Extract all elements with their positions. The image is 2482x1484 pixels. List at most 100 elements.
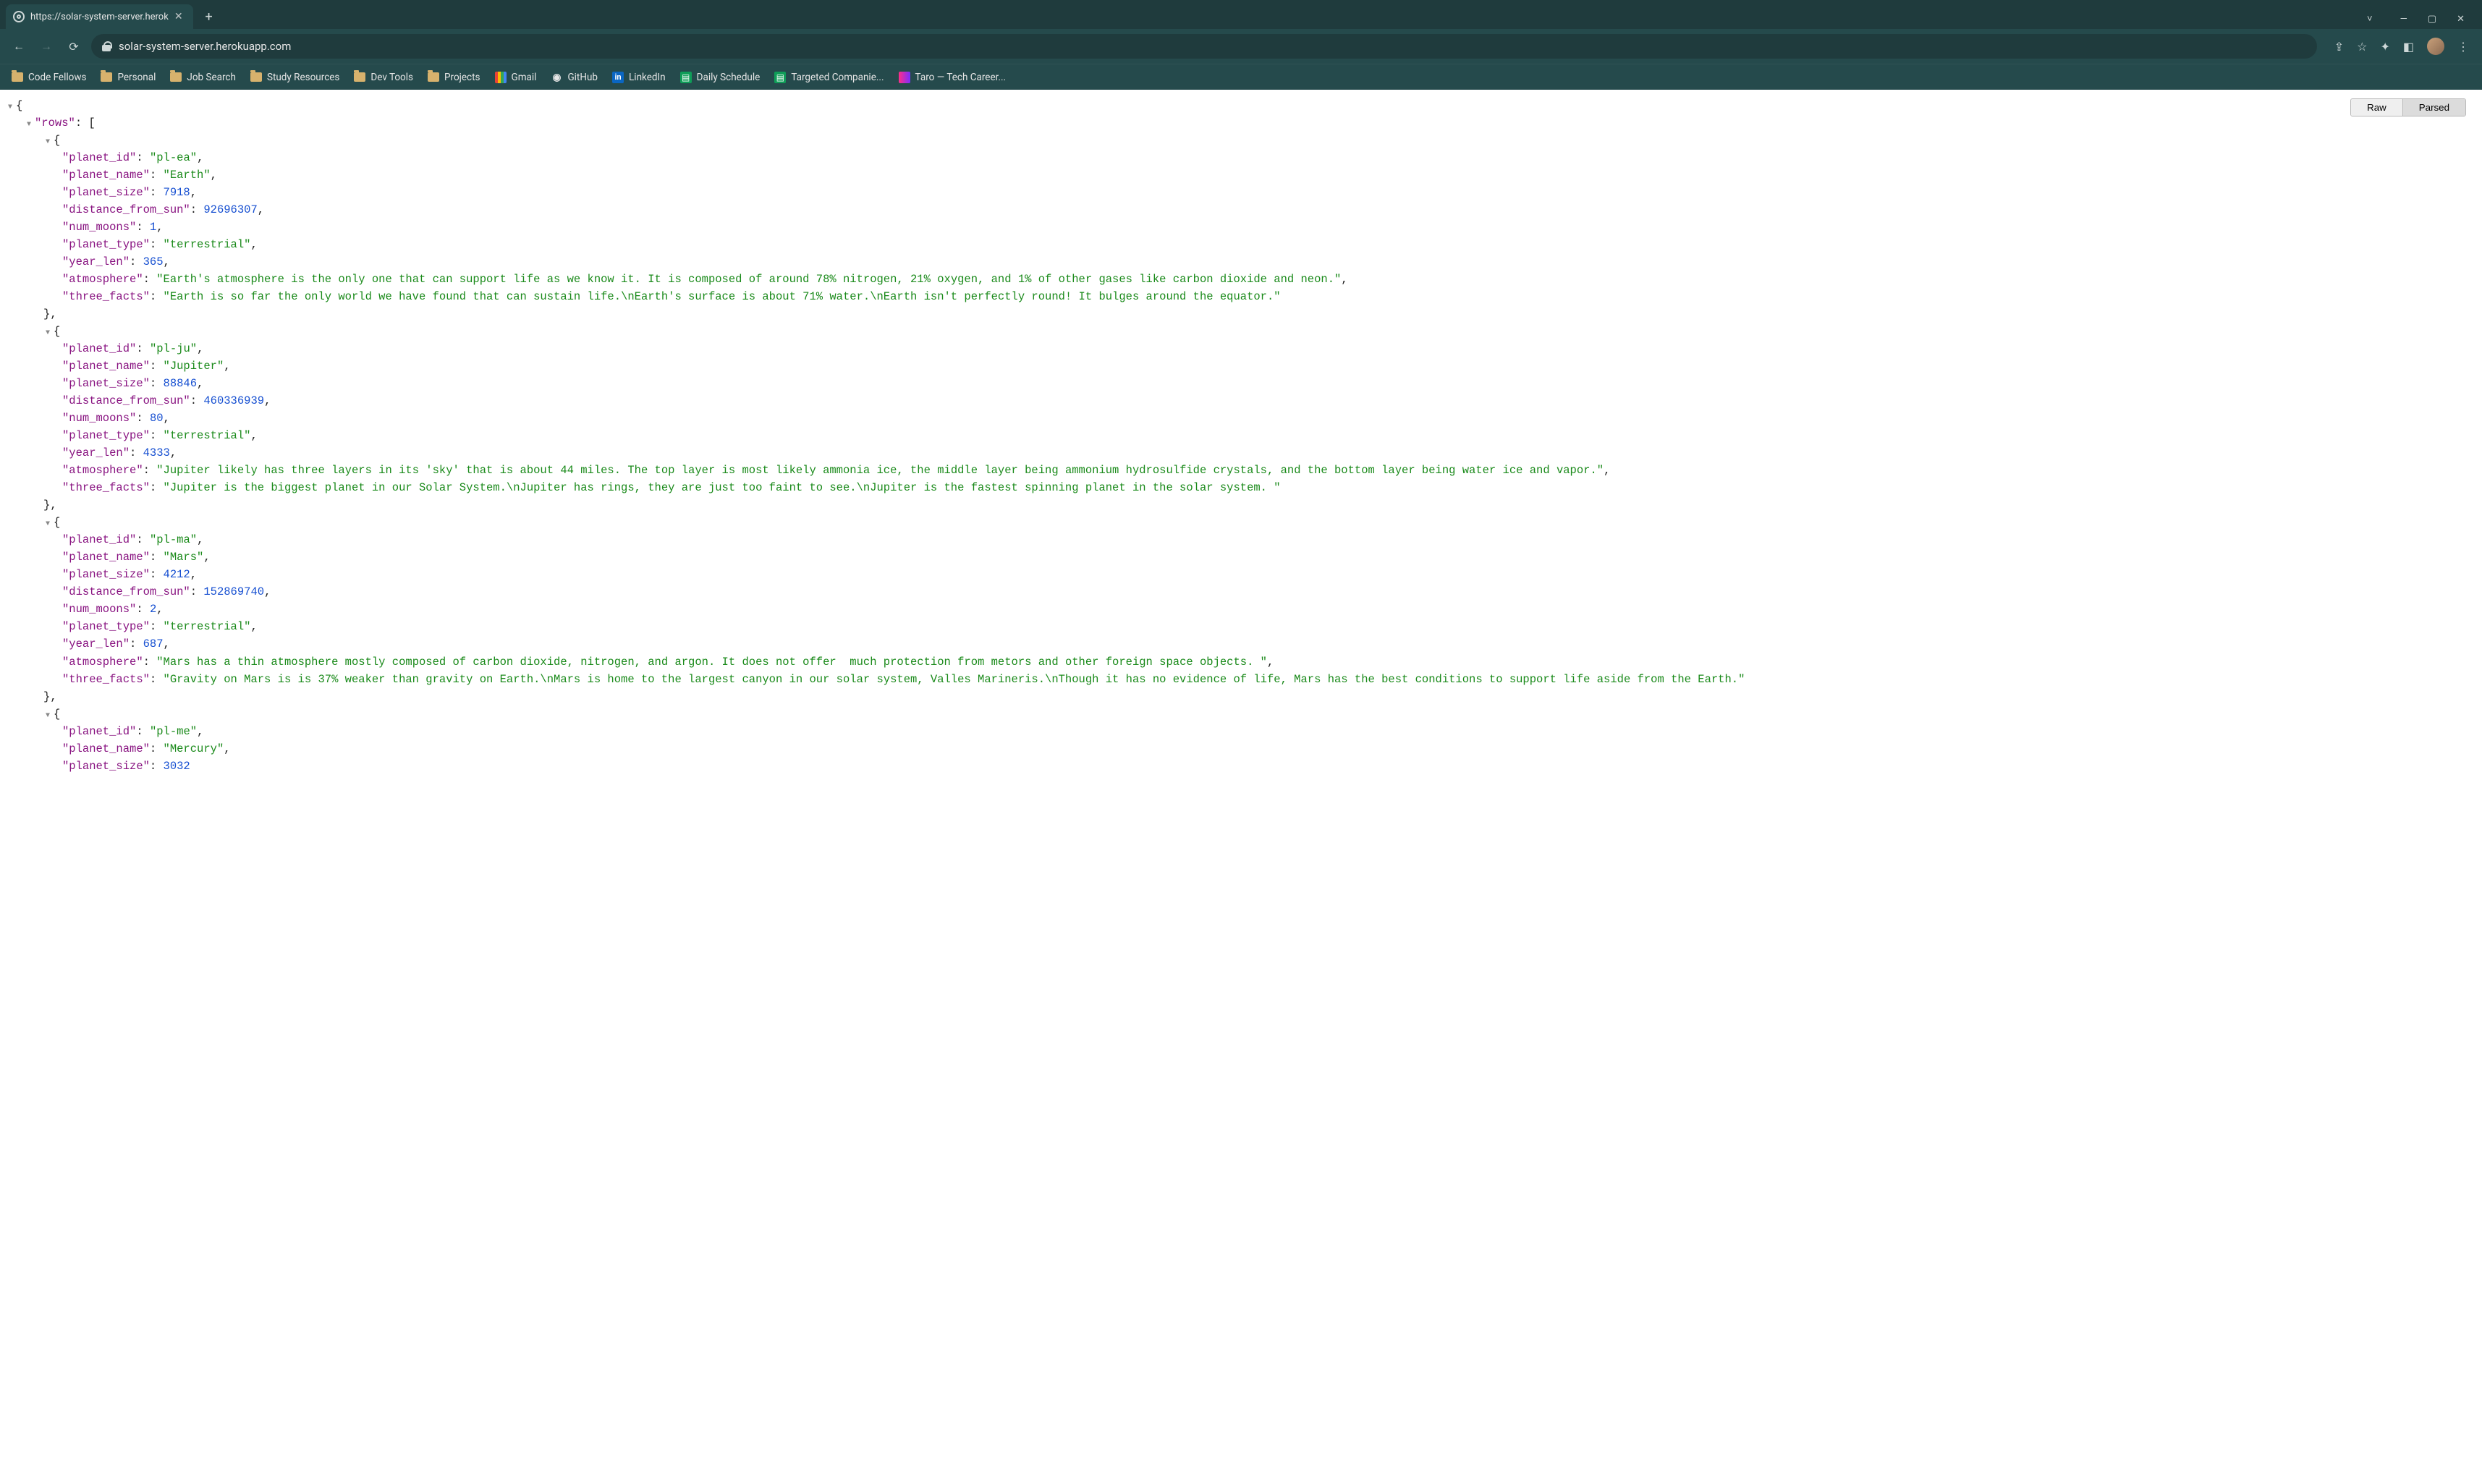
browser-tab[interactable]: https://solar-system-server.herok ✕ — [6, 4, 193, 29]
json-string: "Earth" — [164, 169, 211, 182]
json-key: "atmosphere" — [62, 656, 143, 669]
json-key: "planet_id" — [62, 533, 136, 546]
bookmark-item[interactable]: Personal — [101, 72, 156, 83]
maximize-button[interactable]: ▢ — [2428, 14, 2436, 25]
bookmark-item[interactable]: ◉GitHub — [551, 72, 598, 83]
json-key: "num_moons" — [62, 603, 136, 616]
taro-icon — [899, 72, 910, 83]
bookmark-item[interactable]: ▤ Daily Schedule — [680, 72, 761, 83]
bookmark-label: Personal — [117, 72, 156, 83]
window-controls: ˅ — ▢ ✕ — [2367, 13, 2476, 29]
lock-icon — [101, 41, 111, 51]
collapse-toggle-icon[interactable] — [25, 114, 33, 132]
collapse-toggle-icon[interactable] — [43, 514, 52, 531]
json-key: "distance_from_sun" — [62, 394, 190, 407]
bookmark-label: Job Search — [187, 72, 236, 83]
json-number: 152869740 — [203, 585, 264, 598]
bookmark-item[interactable]: Dev Tools — [354, 72, 413, 83]
collapse-toggle-icon[interactable] — [43, 323, 52, 340]
back-button[interactable]: ← — [9, 36, 29, 56]
json-number: 80 — [150, 412, 164, 425]
json-string: "terrestrial" — [164, 429, 251, 442]
folder-icon — [170, 72, 182, 82]
star-icon[interactable]: ☆ — [2357, 40, 2367, 54]
json-key: "planet_name" — [62, 169, 150, 182]
json-key: "three_facts" — [62, 481, 150, 494]
bookmark-label: Dev Tools — [370, 72, 413, 83]
bookmark-item[interactable]: Study Resources — [250, 72, 339, 83]
json-number: 2 — [150, 603, 156, 616]
parsed-button[interactable]: Parsed — [2402, 99, 2465, 116]
chevron-down-icon[interactable]: ˅ — [2367, 13, 2373, 25]
bookmark-label: Study Resources — [267, 72, 339, 83]
bookmark-item[interactable]: Job Search — [170, 72, 236, 83]
json-key: "year_len" — [62, 446, 130, 459]
json-string: "Earth is so far the only world we have … — [164, 290, 1281, 303]
json-key: "distance_from_sun" — [62, 203, 190, 216]
json-brace: { — [16, 99, 22, 112]
reload-button[interactable]: ⟳ — [64, 36, 84, 56]
json-key: "planet_type" — [62, 238, 150, 251]
collapse-toggle-icon[interactable] — [6, 97, 14, 114]
json-number: 4333 — [143, 446, 170, 459]
folder-icon — [250, 72, 262, 82]
bookmark-label: Daily Schedule — [697, 72, 761, 83]
json-string: "pl-me" — [150, 725, 197, 738]
bookmark-item[interactable]: Projects — [428, 72, 480, 83]
bookmark-label: Code Fellows — [28, 72, 86, 83]
folder-icon — [428, 72, 439, 82]
browser-window: https://solar-system-server.herok ✕ + ˅ … — [0, 0, 2482, 1484]
linkedin-icon: in — [612, 72, 624, 83]
view-toggle: Raw Parsed — [2350, 98, 2466, 116]
json-key: "num_moons" — [62, 221, 136, 234]
gmail-icon — [495, 72, 507, 83]
bookmark-label: Targeted Companie... — [791, 72, 884, 83]
bookmark-item[interactable]: Taro — Tech Career... — [899, 72, 1007, 83]
json-string: "pl-ju" — [150, 342, 197, 355]
new-tab-button[interactable]: + — [199, 7, 219, 27]
json-number: 88846 — [164, 377, 198, 390]
extensions-icon[interactable]: ✦ — [2380, 40, 2389, 54]
json-key: "atmosphere" — [62, 464, 143, 477]
json-string: "terrestrial" — [164, 620, 251, 633]
json-key: "planet_size" — [62, 377, 150, 390]
json-key: "planet_name" — [62, 742, 150, 755]
collapse-toggle-icon[interactable] — [43, 132, 52, 149]
window-close-button[interactable]: ✕ — [2457, 14, 2465, 25]
toolbar-right: ⇪ ☆ ✦ ◧ ⋮ — [2324, 38, 2473, 55]
json-key: "year_len" — [62, 255, 130, 268]
github-icon: ◉ — [551, 72, 562, 83]
json-number: 92696307 — [203, 203, 257, 216]
json-key: "planet_size" — [62, 186, 150, 199]
bookmark-label: Projects — [444, 72, 480, 83]
json-string: "Mars" — [164, 551, 204, 564]
json-string: "Mercury" — [164, 742, 224, 755]
page-viewport[interactable]: Raw Parsed {"rows": [{"planet_id": "pl-e… — [0, 90, 2482, 1484]
kebab-menu-icon[interactable]: ⋮ — [2457, 40, 2469, 54]
address-bar[interactable]: solar-system-server.herokuapp.com — [91, 34, 2317, 59]
bookmark-item[interactable]: ▤Targeted Companie... — [774, 72, 884, 83]
json-key: "planet_name" — [62, 551, 150, 564]
json-number: 7918 — [164, 186, 190, 199]
sheets-icon: ▤ — [680, 72, 692, 83]
share-icon[interactable]: ⇪ — [2334, 40, 2344, 54]
forward-button[interactable]: → — [36, 36, 56, 56]
bookmark-label: Taro — Tech Career... — [915, 72, 1007, 83]
minimize-button[interactable]: — — [2400, 14, 2407, 25]
json-string: "Jupiter likely has three layers in its … — [156, 464, 1604, 477]
bookmark-item[interactable]: Code Fellows — [12, 72, 86, 83]
avatar[interactable] — [2427, 38, 2444, 55]
close-icon[interactable]: ✕ — [174, 11, 183, 22]
json-number: 4212 — [164, 568, 190, 581]
collapse-toggle-icon[interactable] — [43, 705, 52, 723]
json-number: 460336939 — [203, 394, 264, 407]
json-tree[interactable]: {"rows": [{"planet_id": "pl-ea","planet_… — [0, 90, 2482, 804]
tab-strip: https://solar-system-server.herok ✕ + ˅ … — [0, 0, 2482, 29]
bookmark-item[interactable]: Gmail — [495, 72, 537, 83]
bookmark-item[interactable]: inLinkedIn — [612, 72, 666, 83]
sidepanel-icon[interactable]: ◧ — [2403, 40, 2414, 54]
json-key: "planet_name" — [62, 360, 150, 373]
raw-button[interactable]: Raw — [2351, 99, 2402, 116]
json-string: "Earth's atmosphere is the only one that… — [156, 273, 1341, 286]
folder-icon — [101, 72, 112, 82]
